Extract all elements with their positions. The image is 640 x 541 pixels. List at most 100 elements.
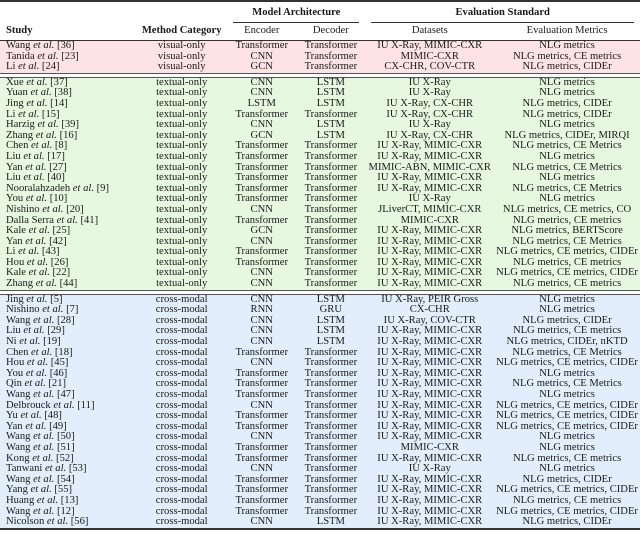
author-name: Huang <box>6 494 35 506</box>
et-al: et al. <box>56 214 78 226</box>
datasets-cell: MIMIC-CXR <box>365 442 495 454</box>
author-name: Li <box>6 108 16 120</box>
method-category-cell: cross-modal <box>136 389 228 401</box>
citation-ref: [44] <box>59 278 78 290</box>
citation-ref: [39] <box>61 119 79 131</box>
citation-ref: [8] <box>54 140 68 152</box>
decoder-cell: Transformer <box>296 151 366 163</box>
citation-ref: [7] <box>66 304 79 316</box>
encoder-cell: LSTM <box>227 98 297 110</box>
et-al: et al. <box>25 420 47 432</box>
method-category-cell: visual-only <box>136 40 228 52</box>
encoder-cell: CNN <box>227 517 297 529</box>
author-name: Kong <box>6 452 30 464</box>
header-spacer <box>0 2 136 22</box>
datasets-cell: IU X-Ray, MIMIC-CXR <box>365 495 495 507</box>
datasets-cell: JLiverCT, MIMIC-CXR <box>365 204 495 216</box>
encoder-cell: Transformer <box>227 442 297 454</box>
et-al: et al. <box>46 516 69 528</box>
et-al: et al. <box>23 325 45 337</box>
evaluation-metrics-cell: NLG metrics <box>494 442 640 454</box>
citation-ref: [43] <box>41 246 60 258</box>
author-name: Nooralahzadeh <box>6 182 71 194</box>
method-category-cell: textual-only <box>136 278 228 291</box>
et-al: et al. <box>37 50 59 62</box>
author-name: Yan <box>6 161 23 173</box>
et-al: et al. <box>25 161 47 173</box>
decoder-cell: Transformer <box>296 442 366 454</box>
author-name: Yan <box>6 420 23 432</box>
visual-only-group: Wang et al. [36] visual-only Transformer Tr… <box>0 40 640 74</box>
author-name: Kale <box>6 225 26 237</box>
et-al: et al. <box>28 225 50 237</box>
decoder-cell: Transformer <box>296 40 366 52</box>
et-al: et al. <box>42 304 64 316</box>
author-name: Nishino <box>6 304 40 316</box>
author-name: Zhang <box>6 278 34 290</box>
table-row: Liu et al. [17] textual-only Transformer Tr… <box>0 150 640 163</box>
author-name: Yuan <box>6 87 28 99</box>
et-al: et al. <box>23 150 45 162</box>
et-al: et al. <box>37 119 59 131</box>
table-row: Wang et al. [36] visual-only Transformer Tr… <box>0 40 640 52</box>
author-name: Ni <box>6 336 17 348</box>
author-name: You <box>6 193 24 205</box>
et-al: et al. <box>23 172 45 184</box>
decoder-column-header: Decoder <box>312 25 349 37</box>
author-name: Hou <box>6 256 25 268</box>
author-name: Li <box>6 246 16 258</box>
method-category-cell: textual-only <box>136 98 228 110</box>
author-name: Li <box>6 61 16 73</box>
et-al: et al. <box>33 441 55 453</box>
table-row: Wang et al. [51] cross-modal Transformer Tr… <box>0 441 640 454</box>
citation-ref: [15] <box>41 108 60 120</box>
decoder-cell: Transformer <box>296 389 366 401</box>
et-al: et al. <box>19 336 41 348</box>
citation-ref: [36] <box>56 40 75 51</box>
encoder-cell: CNN <box>227 278 297 291</box>
et-al: et al. <box>44 463 67 475</box>
citation-ref: [24] <box>41 61 60 73</box>
method-category-cell: cross-modal <box>136 517 228 529</box>
citation-ref: [42] <box>49 235 67 247</box>
evaluation-metrics-cell: NLG metrics, CE metrics <box>494 278 640 291</box>
et-al: et al. <box>24 378 46 390</box>
comparison-table: Model Architecture Evaluation Standard S… <box>0 0 640 531</box>
citation-ref: [26] <box>50 256 69 268</box>
et-al: et al. <box>18 108 40 120</box>
study-cell: Li et al. [24] <box>0 61 137 74</box>
citation-ref: [51] <box>56 441 75 453</box>
author-name: Xue <box>6 76 24 88</box>
citation-ref: [47] <box>56 389 75 400</box>
citation-ref: [38] <box>54 87 72 99</box>
citation-ref: [53] <box>68 463 87 475</box>
datasets-column-header: Datasets <box>411 25 448 37</box>
author-name: Liu <box>6 172 21 184</box>
citation-ref: [13] <box>60 494 79 506</box>
et-al: et al. <box>35 278 57 290</box>
et-al: et al. <box>33 505 55 517</box>
author-name: Tanida <box>6 50 35 62</box>
author-name: Tanwani <box>6 463 43 475</box>
et-al: et al. <box>72 182 94 194</box>
author-name: Kale <box>6 267 26 279</box>
evaluation-metrics-column-header: Evaluation Metrics <box>526 25 608 37</box>
citation-ref: [52] <box>56 452 74 464</box>
author-name: Jing <box>6 97 24 109</box>
author-name: Zhang <box>6 129 34 141</box>
encoder-cell: Transformer <box>227 389 297 401</box>
citation-ref: [11] <box>77 399 95 411</box>
study-cell: Nicolson et al. [56] <box>0 516 137 529</box>
decoder-cell: LSTM <box>296 98 366 110</box>
et-al: et al. <box>53 399 75 411</box>
citation-ref: [23] <box>61 50 79 62</box>
et-al: et al. <box>18 61 40 73</box>
et-al: et al. <box>26 76 48 88</box>
citation-ref: [16] <box>59 129 78 141</box>
evaluation-standard-header: Evaluation Standard <box>455 7 550 19</box>
citation-ref: [29] <box>47 325 65 337</box>
citation-ref: [54] <box>56 473 75 485</box>
citation-ref: [56] <box>70 516 89 528</box>
author-name: Wang <box>6 473 31 485</box>
et-al: et al. <box>26 293 48 305</box>
